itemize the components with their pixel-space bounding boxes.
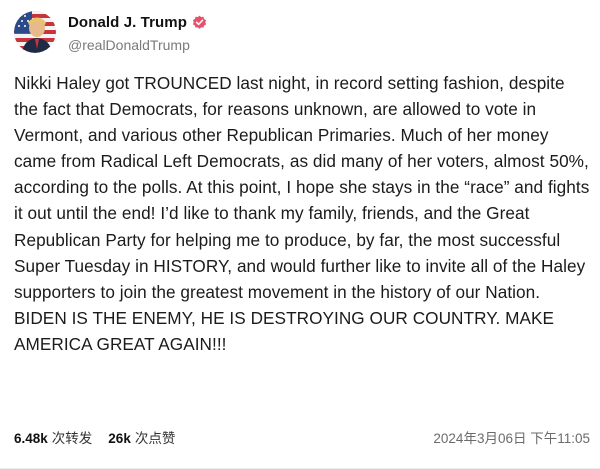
likes-count: 26k <box>108 431 131 446</box>
reposts-stat[interactable]: 6.48k 次转发 <box>14 427 92 447</box>
author-display-name[interactable]: Donald J. Trump <box>68 14 187 31</box>
avatar[interactable] <box>14 11 56 53</box>
post-text: Nikki Haley got TROUNCED last night, in … <box>14 73 590 354</box>
author-info: Donald J. Trump @realDonaldTrump <box>68 12 207 53</box>
author-handle[interactable]: @realDonaldTrump <box>68 37 207 53</box>
avatar-image <box>14 11 56 53</box>
likes-label: 次点赞 <box>134 431 176 446</box>
post-card: Donald J. Trump @realDonaldTrump Nikki H… <box>0 0 600 469</box>
reposts-label: 次转发 <box>51 431 93 446</box>
post-footer: 6.48k 次转发 26k 次点赞 2024年3月06日 下午11:05 <box>14 426 590 448</box>
post-timestamp: 2024年3月06日 下午11:05 <box>433 431 590 446</box>
reposts-count: 6.48k <box>14 431 48 446</box>
post-header: Donald J. Trump @realDonaldTrump <box>14 8 207 56</box>
likes-stat[interactable]: 26k 次点赞 <box>108 427 175 447</box>
author-name-row: Donald J. Trump <box>68 12 207 34</box>
verified-badge-icon <box>192 15 207 30</box>
